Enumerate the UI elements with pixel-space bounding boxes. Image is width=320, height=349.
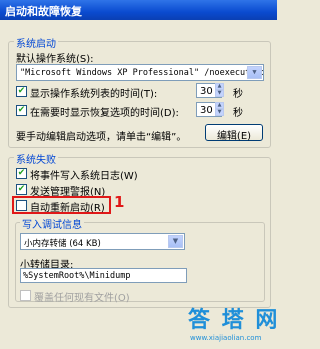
spin-arrows-icon[interactable]: ▲ ▼	[215, 102, 224, 117]
show-os-list-checkbox[interactable]: ✔	[16, 86, 27, 97]
checkmark-icon: ✔	[17, 86, 26, 96]
watermark-logo: 答 塔 网	[188, 308, 280, 333]
chevron-down-icon[interactable]: ▼	[247, 66, 262, 79]
window-titlebar: 启动和故障恢复	[0, 0, 277, 20]
window-title: 启动和故障恢复	[5, 5, 82, 18]
default-os-label: 默认操作系统(S):	[16, 54, 94, 65]
spin-arrows-icon[interactable]: ▲ ▼	[215, 83, 224, 98]
overwrite-checkbox[interactable]	[20, 290, 31, 301]
show-recovery-label: 在需要时显示恢复选项的时间(D):	[30, 108, 179, 119]
debug-info-legend: 写入调试信息	[20, 216, 84, 231]
show-os-list-unit: 秒	[233, 89, 243, 100]
annotation-number: 1	[114, 193, 125, 211]
show-recovery-checkbox[interactable]: ✔	[16, 105, 27, 116]
auto-restart-label: 自动重新启动(R)	[30, 203, 105, 214]
write-event-label: 将事件写入系统日志(W)	[30, 171, 138, 182]
dump-dir-input[interactable]: %SystemRoot%\Minidump	[20, 268, 187, 283]
write-event-checkbox[interactable]: ✔	[16, 168, 27, 179]
overwrite-label: 覆盖任何现有文件(O)	[34, 293, 130, 304]
show-recovery-unit: 秒	[233, 108, 243, 119]
send-alert-checkbox[interactable]: ✔	[16, 184, 27, 195]
default-os-select[interactable]: "Microsoft Windows XP Professional" /noe…	[16, 64, 264, 81]
system-startup-legend: 系统启动	[14, 35, 58, 50]
system-failure-legend: 系统失败	[14, 151, 58, 166]
checkmark-icon: ✔	[17, 105, 26, 115]
debug-type-value: 小内存转储 (64 KB)	[24, 239, 101, 249]
auto-restart-checkbox[interactable]	[16, 200, 27, 211]
watermark-url: www.xiajiaolian.com	[190, 334, 262, 342]
edit-button[interactable]: 编辑(E)	[205, 124, 263, 142]
show-os-list-label: 显示操作系统列表的时间(T):	[30, 89, 158, 100]
edit-hint: 要手动编辑启动选项，请单击“编辑”。	[16, 132, 187, 143]
chevron-down-icon[interactable]: ▼	[168, 235, 183, 248]
default-os-value: "Microsoft Windows XP Professional" /noe…	[20, 68, 264, 78]
checkmark-icon: ✔	[17, 168, 26, 178]
checkmark-icon: ✔	[17, 184, 26, 194]
debug-type-select[interactable]: 小内存转储 (64 KB) ▼	[20, 233, 185, 250]
